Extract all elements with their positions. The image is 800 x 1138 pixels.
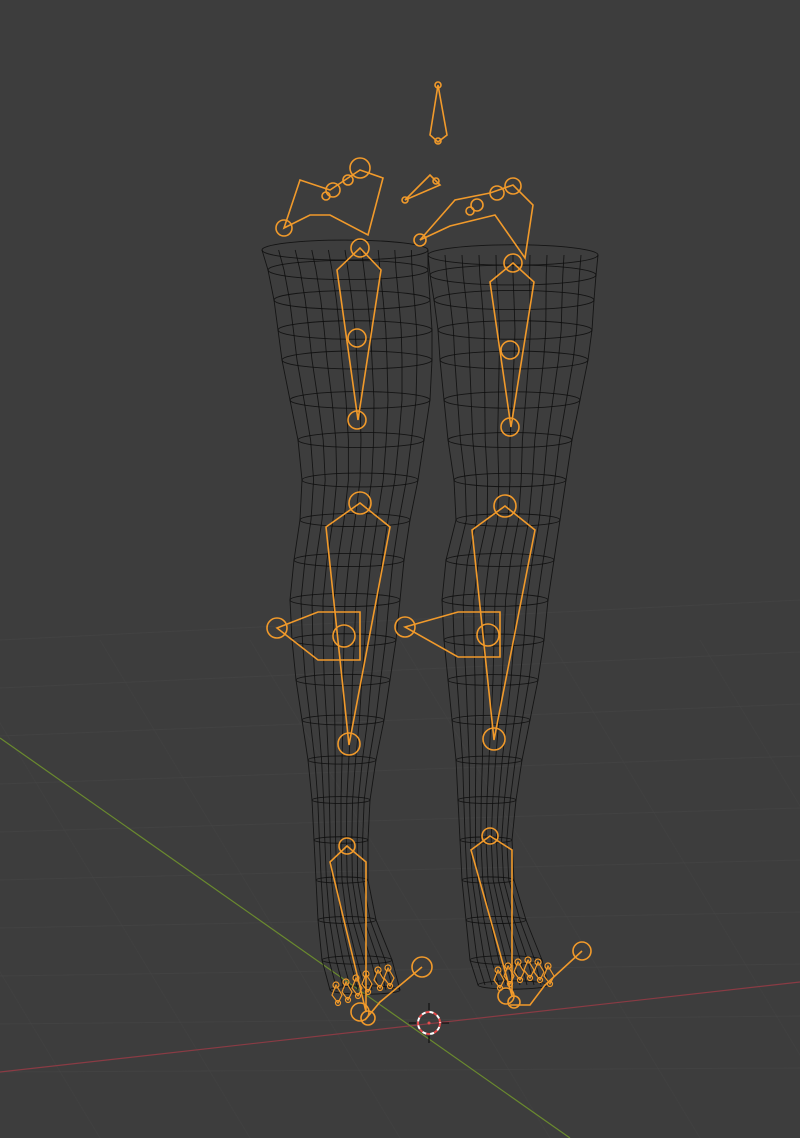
right-thigh-mid[interactable] <box>500 340 520 360</box>
mesh-strand <box>511 254 599 986</box>
grid-line <box>0 599 800 641</box>
mesh-strand <box>278 249 338 991</box>
mesh-strand <box>490 254 531 986</box>
grid-line <box>0 722 251 1138</box>
left-shin-bone[interactable] <box>325 501 391 746</box>
right-hip-joint-e[interactable] <box>465 206 475 216</box>
grid-line <box>0 859 800 881</box>
grid-line <box>0 971 101 1138</box>
mesh-strand <box>340 249 366 991</box>
left-thigh-mid[interactable] <box>347 328 367 348</box>
armature-rig[interactable] <box>266 81 592 1026</box>
grid-line <box>0 963 800 977</box>
root-bone[interactable] <box>429 84 448 144</box>
grid-line <box>249 639 551 1138</box>
grid-line <box>0 703 800 737</box>
left-toe-ik-bone[interactable] <box>364 966 423 1021</box>
left-hip-bone[interactable] <box>282 169 384 237</box>
viewport-canvas[interactable] <box>0 0 800 1138</box>
y-axis-line <box>0 737 571 1138</box>
left-hip-joint-b[interactable] <box>349 157 371 179</box>
floor-grid <box>0 599 800 1138</box>
grid-line <box>0 1067 800 1073</box>
grid-line <box>0 911 800 929</box>
x-axis-line <box>0 981 800 1073</box>
grid-line <box>399 639 701 1138</box>
left-knee-pole-bone[interactable] <box>275 611 361 661</box>
grid-line <box>0 807 800 833</box>
left-toe-joint[interactable] <box>360 1010 376 1026</box>
3d-viewport[interactable] <box>0 0 800 1138</box>
mesh-strand <box>327 249 359 991</box>
right-knee-pole-tail[interactable] <box>476 623 500 647</box>
grid-line <box>549 639 800 1056</box>
grid-line <box>0 651 800 689</box>
left-thigh-bone[interactable] <box>336 246 382 421</box>
3d-cursor-icon[interactable] <box>409 1003 449 1043</box>
right-leg-mesh[interactable] <box>427 244 599 990</box>
grid-line <box>0 755 800 785</box>
right-hip-bone[interactable] <box>419 184 534 261</box>
grid-line <box>0 1015 800 1025</box>
mesh-strand <box>501 254 565 986</box>
grid-line <box>699 639 800 807</box>
